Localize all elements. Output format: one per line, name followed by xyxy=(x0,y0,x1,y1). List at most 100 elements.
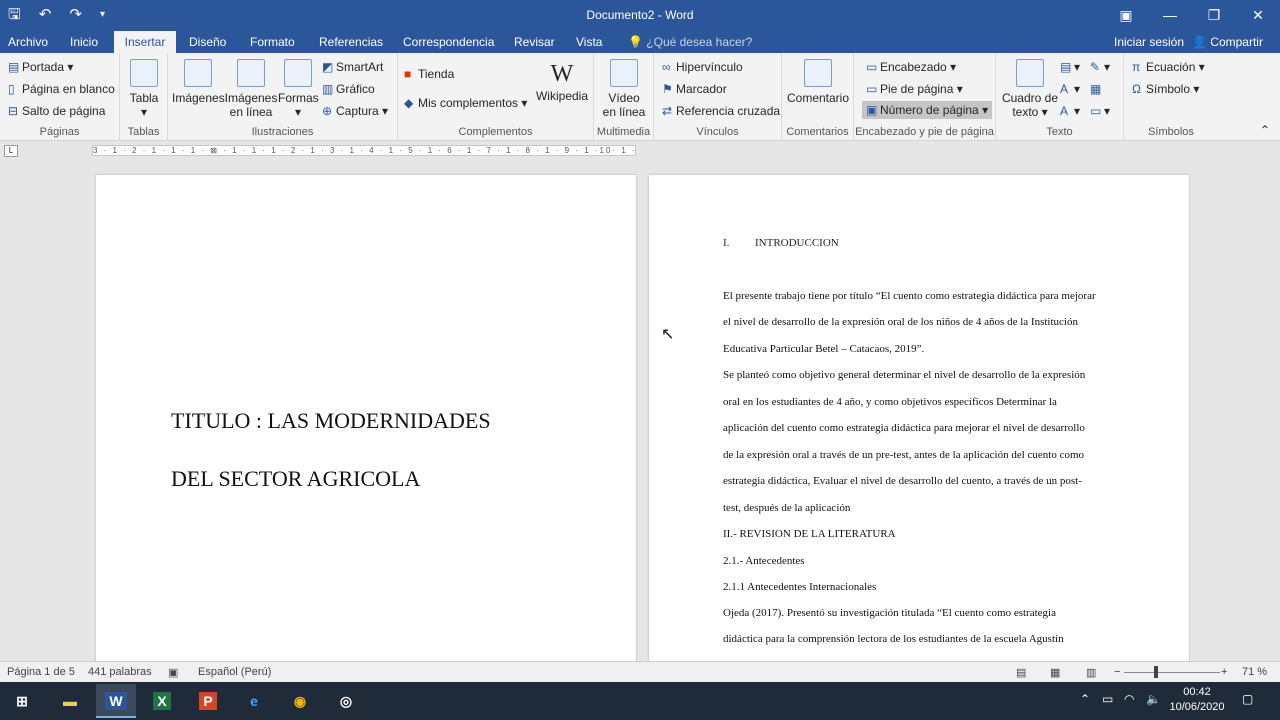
hyperlink-button[interactable]: ∞ Hipervínculo xyxy=(662,60,743,74)
tab-formato[interactable]: Formato xyxy=(242,31,303,53)
shapes-button[interactable]: Formas ▾ xyxy=(278,59,319,119)
store-icon: ■ xyxy=(404,67,412,81)
section-heading: I. INTRODUCCION xyxy=(723,237,839,249)
wifi-icon[interactable]: ◠ xyxy=(1124,692,1134,706)
text-box-label-1: Cuadro de xyxy=(1001,91,1059,105)
table-icon xyxy=(130,59,158,87)
tab-diseno[interactable]: Diseño xyxy=(181,31,234,53)
group-label-multimedia: Multimedia xyxy=(596,126,651,138)
smartart-button[interactable]: ◩ SmartArt xyxy=(322,60,383,74)
wordart-button[interactable]: A ▾ xyxy=(1060,82,1080,96)
page-2[interactable]: I. INTRODUCCION El presente trabajo tiene… xyxy=(649,175,1189,662)
store-label: Tienda xyxy=(418,67,455,81)
tab-correspondencia[interactable]: Correspondencia xyxy=(395,31,502,53)
header-button[interactable]: ▭ Encabezado ▾ xyxy=(866,60,956,74)
date-time-button[interactable]: ▦ xyxy=(1090,82,1104,96)
group-label-vinculos: Vínculos xyxy=(696,126,739,138)
online-pictures-button[interactable]: Imágenes en línea xyxy=(224,59,278,119)
tab-insertar[interactable]: Insertar xyxy=(114,31,176,53)
tab-revisar[interactable]: Revisar xyxy=(506,31,563,53)
cross-reference-button[interactable]: ⇄ Referencia cruzada xyxy=(662,104,780,118)
zoom-in-button[interactable]: + xyxy=(1221,666,1227,678)
print-layout-icon[interactable]: ▦ xyxy=(1050,666,1060,679)
group-vinculos: ∞ Hipervínculo ⚑ Marcador ⇄ Referencia cruz… xyxy=(654,53,782,141)
page-1[interactable]: TITULO : LAS MODERNIDADES DEL SECTOR AGR… xyxy=(96,175,636,662)
quick-parts-button[interactable]: ▤ ▾ xyxy=(1060,60,1080,74)
minimize-icon[interactable]: — xyxy=(1148,0,1192,30)
powerpoint-icon[interactable]: P xyxy=(188,684,228,718)
text-box-button[interactable]: Cuadro de texto ▾ xyxy=(998,59,1062,119)
excel-icon[interactable]: X xyxy=(142,684,182,718)
language[interactable]: Español (Perú) xyxy=(198,666,271,678)
sign-in-link[interactable]: Iniciar sesión xyxy=(1114,31,1184,53)
close-icon[interactable]: ✕ xyxy=(1236,0,1280,30)
group-label-tablas: Tablas xyxy=(127,126,160,138)
bookmark-button[interactable]: ⚑ Marcador xyxy=(662,82,727,96)
chrome-icon[interactable]: ◉ xyxy=(280,684,320,718)
ribbon-display-icon[interactable]: ▣ xyxy=(1104,0,1148,30)
equation-button[interactable]: π Ecuación ▾ xyxy=(1132,60,1205,74)
proofing-icon[interactable]: ▣ xyxy=(168,666,178,679)
tray-chevron-icon[interactable]: ⌃ xyxy=(1080,692,1090,706)
obs-icon[interactable]: ◎ xyxy=(326,684,366,718)
group-ilustraciones: Imágenes Imágenes en línea Formas ▾ ◩ Smart… xyxy=(168,53,398,141)
page-number-button[interactable]: ▣ Número de página ▾ xyxy=(862,101,993,119)
body-line: II.- REVISION DE LA LITERATURA xyxy=(723,528,896,540)
group-texto: Cuadro de texto ▾ ▤ ▾ A ▾ A ▾ ✎ ▾ ▦ ▭ ▾ Texto xyxy=(996,53,1124,141)
notifications-icon[interactable]: ▢ xyxy=(1242,692,1253,706)
web-layout-icon[interactable]: ▥ xyxy=(1086,666,1096,679)
page-break-button[interactable]: ⊟ Salto de página xyxy=(8,104,105,118)
battery-icon[interactable]: ▭ xyxy=(1102,692,1113,706)
tell-me-input[interactable]: 💡 ¿Qué desea hacer? xyxy=(628,31,752,53)
start-icon[interactable]: ⊞ xyxy=(2,684,42,718)
tab-selector[interactable]: L xyxy=(4,145,18,157)
word-icon[interactable]: W xyxy=(96,684,136,718)
tab-inicio[interactable]: Inicio xyxy=(62,31,106,53)
blank-page-button[interactable]: ▯ Página en blanco xyxy=(8,82,115,96)
volume-icon[interactable]: 🔈 xyxy=(1146,692,1161,706)
tab-referencias[interactable]: Referencias xyxy=(311,31,391,53)
ribbon-tabs: Archivo Inicio Insertar Diseño Formato R… xyxy=(0,31,1280,53)
restore-icon[interactable]: ❐ xyxy=(1192,0,1236,30)
my-addins-button[interactable]: ◆ Mis complementos ▾ xyxy=(404,96,527,110)
horizontal-ruler[interactable]: 3 · 1 · 2 · 1 · 1 · 1 · ⊠ · 1 · 1 · 1 · … xyxy=(92,145,636,156)
wikipedia-button[interactable]: W Wikipedia xyxy=(534,59,590,103)
symbol-button[interactable]: Ω Símbolo ▾ xyxy=(1132,82,1199,96)
pictures-button[interactable]: Imágenes xyxy=(172,59,225,105)
footer-button[interactable]: ▭ Pie de página ▾ xyxy=(866,82,963,96)
zoom-out-button[interactable]: − xyxy=(1114,666,1120,678)
group-simbolos: π Ecuación ▾ Ω Símbolo ▾ ⌃ Símbolos xyxy=(1124,53,1280,141)
signature-line-button[interactable]: ✎ ▾ xyxy=(1090,60,1110,74)
body-line: Se planteó como objetivo general determi… xyxy=(723,369,1086,381)
file-explorer-icon[interactable]: ▬ xyxy=(50,684,90,718)
store-button[interactable]: ■ Tienda xyxy=(404,67,454,81)
tab-vista[interactable]: Vista xyxy=(568,31,610,53)
quick-parts-icon: ▤ xyxy=(1060,60,1072,74)
read-mode-icon[interactable]: ▤ xyxy=(1016,666,1026,679)
zoom-slider[interactable] xyxy=(1124,672,1220,673)
share-button[interactable]: 👤 Compartir xyxy=(1192,31,1263,53)
edge-icon[interactable]: e xyxy=(234,684,274,718)
page-count[interactable]: Página 1 de 5 xyxy=(7,666,75,678)
screenshot-button[interactable]: ⊕ Captura ▾ xyxy=(322,104,388,118)
screenshot-icon: ⊕ xyxy=(322,104,333,118)
portada-button[interactable]: ▤ Portada ▾ xyxy=(8,60,73,74)
text-box-label-2: texto xyxy=(1012,105,1039,119)
comment-button[interactable]: Comentario xyxy=(786,59,850,105)
table-button[interactable]: Tabla ▾ xyxy=(126,59,162,119)
zoom-level[interactable]: 71 % xyxy=(1242,666,1267,678)
object-icon: ▭ xyxy=(1090,104,1102,118)
online-video-button[interactable]: Vídeo en línea xyxy=(598,59,650,119)
document-title: Documento2 - Word xyxy=(586,8,694,22)
clock[interactable]: 00:42 10/06/2020 xyxy=(1168,685,1226,715)
drop-cap-button[interactable]: A ▾ xyxy=(1060,104,1080,118)
addins-icon: ◆ xyxy=(404,96,414,110)
collapse-ribbon-icon[interactable]: ⌃ xyxy=(1260,123,1270,137)
body-line: Educativa Particular Betel – Catacaos, 2… xyxy=(723,343,925,355)
zoom-thumb[interactable] xyxy=(1154,666,1158,678)
word-count[interactable]: 441 palabras xyxy=(88,666,152,678)
chart-button[interactable]: ▥ Gráfico xyxy=(322,82,375,96)
tab-archivo[interactable]: Archivo xyxy=(0,31,56,53)
object-button[interactable]: ▭ ▾ xyxy=(1090,104,1110,118)
footer-label: Pie de página xyxy=(880,82,954,96)
